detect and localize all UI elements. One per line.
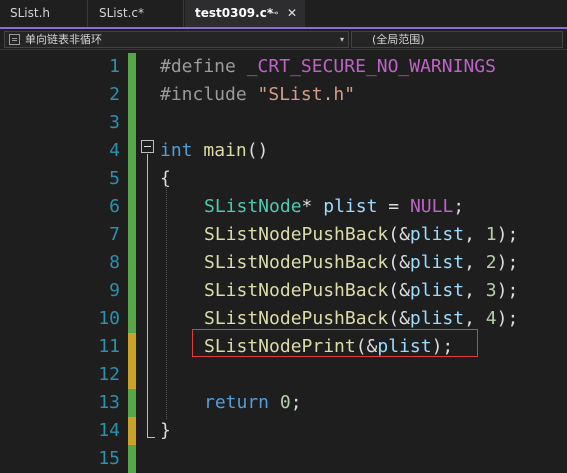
code-line: 15 bbox=[0, 445, 567, 473]
code-line: 1 #define _CRT_SECURE_NO_WARNINGS bbox=[0, 53, 567, 81]
change-marker bbox=[128, 221, 136, 249]
change-marker bbox=[128, 81, 136, 109]
line-number: 4 bbox=[109, 140, 120, 161]
code-line: 4 int main() bbox=[0, 137, 567, 165]
document-tab-bar: SList.h SList.c* test0309.c* ⊸ ✕ bbox=[0, 0, 567, 29]
code-line: 6 SListNode* plist = NULL; bbox=[0, 193, 567, 221]
line-number: 15 bbox=[98, 448, 120, 469]
tab-slist-h[interactable]: SList.h bbox=[0, 0, 88, 27]
change-marker bbox=[128, 53, 136, 81]
tab-slist-c[interactable]: SList.c* bbox=[89, 0, 184, 27]
change-marker bbox=[128, 445, 136, 473]
code-text[interactable]: SListNode* plist = NULL; bbox=[204, 193, 464, 221]
change-marker bbox=[128, 249, 136, 277]
navigation-bar: 单向链表非循环 ▾ (全局范围) bbox=[0, 29, 567, 50]
code-text[interactable]: SListNodePushBack(&plist, 3); bbox=[204, 277, 518, 305]
code-text[interactable]: int main() bbox=[160, 137, 268, 165]
project-scope-label: 单向链表非循环 bbox=[25, 33, 102, 46]
line-number: 1 bbox=[109, 56, 120, 77]
code-line: 2 #include "SList.h" bbox=[0, 81, 567, 109]
code-line: 7 SListNodePushBack(&plist, 1); bbox=[0, 221, 567, 249]
change-marker bbox=[128, 333, 136, 361]
line-number: 2 bbox=[109, 84, 120, 105]
code-line: 3 bbox=[0, 109, 567, 137]
code-text[interactable]: } bbox=[160, 417, 171, 445]
change-marker bbox=[128, 193, 136, 221]
change-marker bbox=[128, 361, 136, 389]
code-text[interactable]: #define _CRT_SECURE_NO_WARNINGS bbox=[160, 53, 496, 81]
tab-label: SList.c* bbox=[99, 6, 145, 20]
code-line: 12 bbox=[0, 361, 567, 389]
annotation-highlight-box bbox=[192, 329, 478, 357]
code-line: 14 } bbox=[0, 417, 567, 445]
change-marker bbox=[128, 165, 136, 193]
indent-guide bbox=[166, 183, 167, 419]
code-text[interactable]: SListNodePushBack(&plist, 2); bbox=[204, 249, 518, 277]
code-editor[interactable]: 1 #define _CRT_SECURE_NO_WARNINGS 2 #inc… bbox=[0, 51, 567, 473]
change-marker bbox=[128, 277, 136, 305]
line-number: 9 bbox=[109, 280, 120, 301]
change-marker bbox=[128, 137, 136, 165]
pin-icon[interactable]: ⊸ bbox=[270, 0, 278, 27]
tab-test0309-c[interactable]: test0309.c* ⊸ ✕ bbox=[185, 0, 305, 27]
line-number: 10 bbox=[98, 308, 120, 329]
tab-label: test0309.c* bbox=[195, 6, 274, 20]
code-line: 13 return 0; bbox=[0, 389, 567, 417]
change-marker bbox=[128, 389, 136, 417]
close-icon[interactable]: ✕ bbox=[287, 0, 297, 27]
line-number: 5 bbox=[109, 168, 120, 189]
line-number: 3 bbox=[109, 112, 120, 133]
global-scope-label: (全局范围) bbox=[372, 33, 425, 46]
code-text[interactable]: SListNodePushBack(&plist, 1); bbox=[204, 221, 518, 249]
code-line: 8 SListNodePushBack(&plist, 2); bbox=[0, 249, 567, 277]
global-scope-dropdown[interactable]: (全局范围) bbox=[351, 31, 563, 48]
project-icon bbox=[9, 34, 20, 45]
line-number: 12 bbox=[98, 364, 120, 385]
code-text[interactable]: return 0; bbox=[204, 389, 302, 417]
chevron-down-icon: ▾ bbox=[339, 35, 344, 44]
code-line: 9 SListNodePushBack(&plist, 3); bbox=[0, 277, 567, 305]
line-number: 8 bbox=[109, 252, 120, 273]
fold-guide-end bbox=[147, 437, 155, 438]
line-number: 7 bbox=[109, 224, 120, 245]
line-number: 13 bbox=[98, 392, 120, 413]
collapse-icon[interactable] bbox=[141, 140, 154, 153]
change-marker bbox=[128, 305, 136, 333]
line-number: 11 bbox=[98, 336, 120, 357]
line-number: 14 bbox=[98, 420, 120, 441]
line-number: 6 bbox=[109, 196, 120, 217]
change-marker bbox=[128, 417, 136, 445]
change-marker bbox=[128, 109, 136, 137]
tab-label: SList.h bbox=[10, 6, 51, 20]
code-line: 5 { bbox=[0, 165, 567, 193]
code-text[interactable]: #include "SList.h" bbox=[160, 81, 355, 109]
project-scope-dropdown[interactable]: 单向链表非循环 ▾ bbox=[4, 31, 349, 48]
fold-guide-line bbox=[147, 154, 148, 438]
